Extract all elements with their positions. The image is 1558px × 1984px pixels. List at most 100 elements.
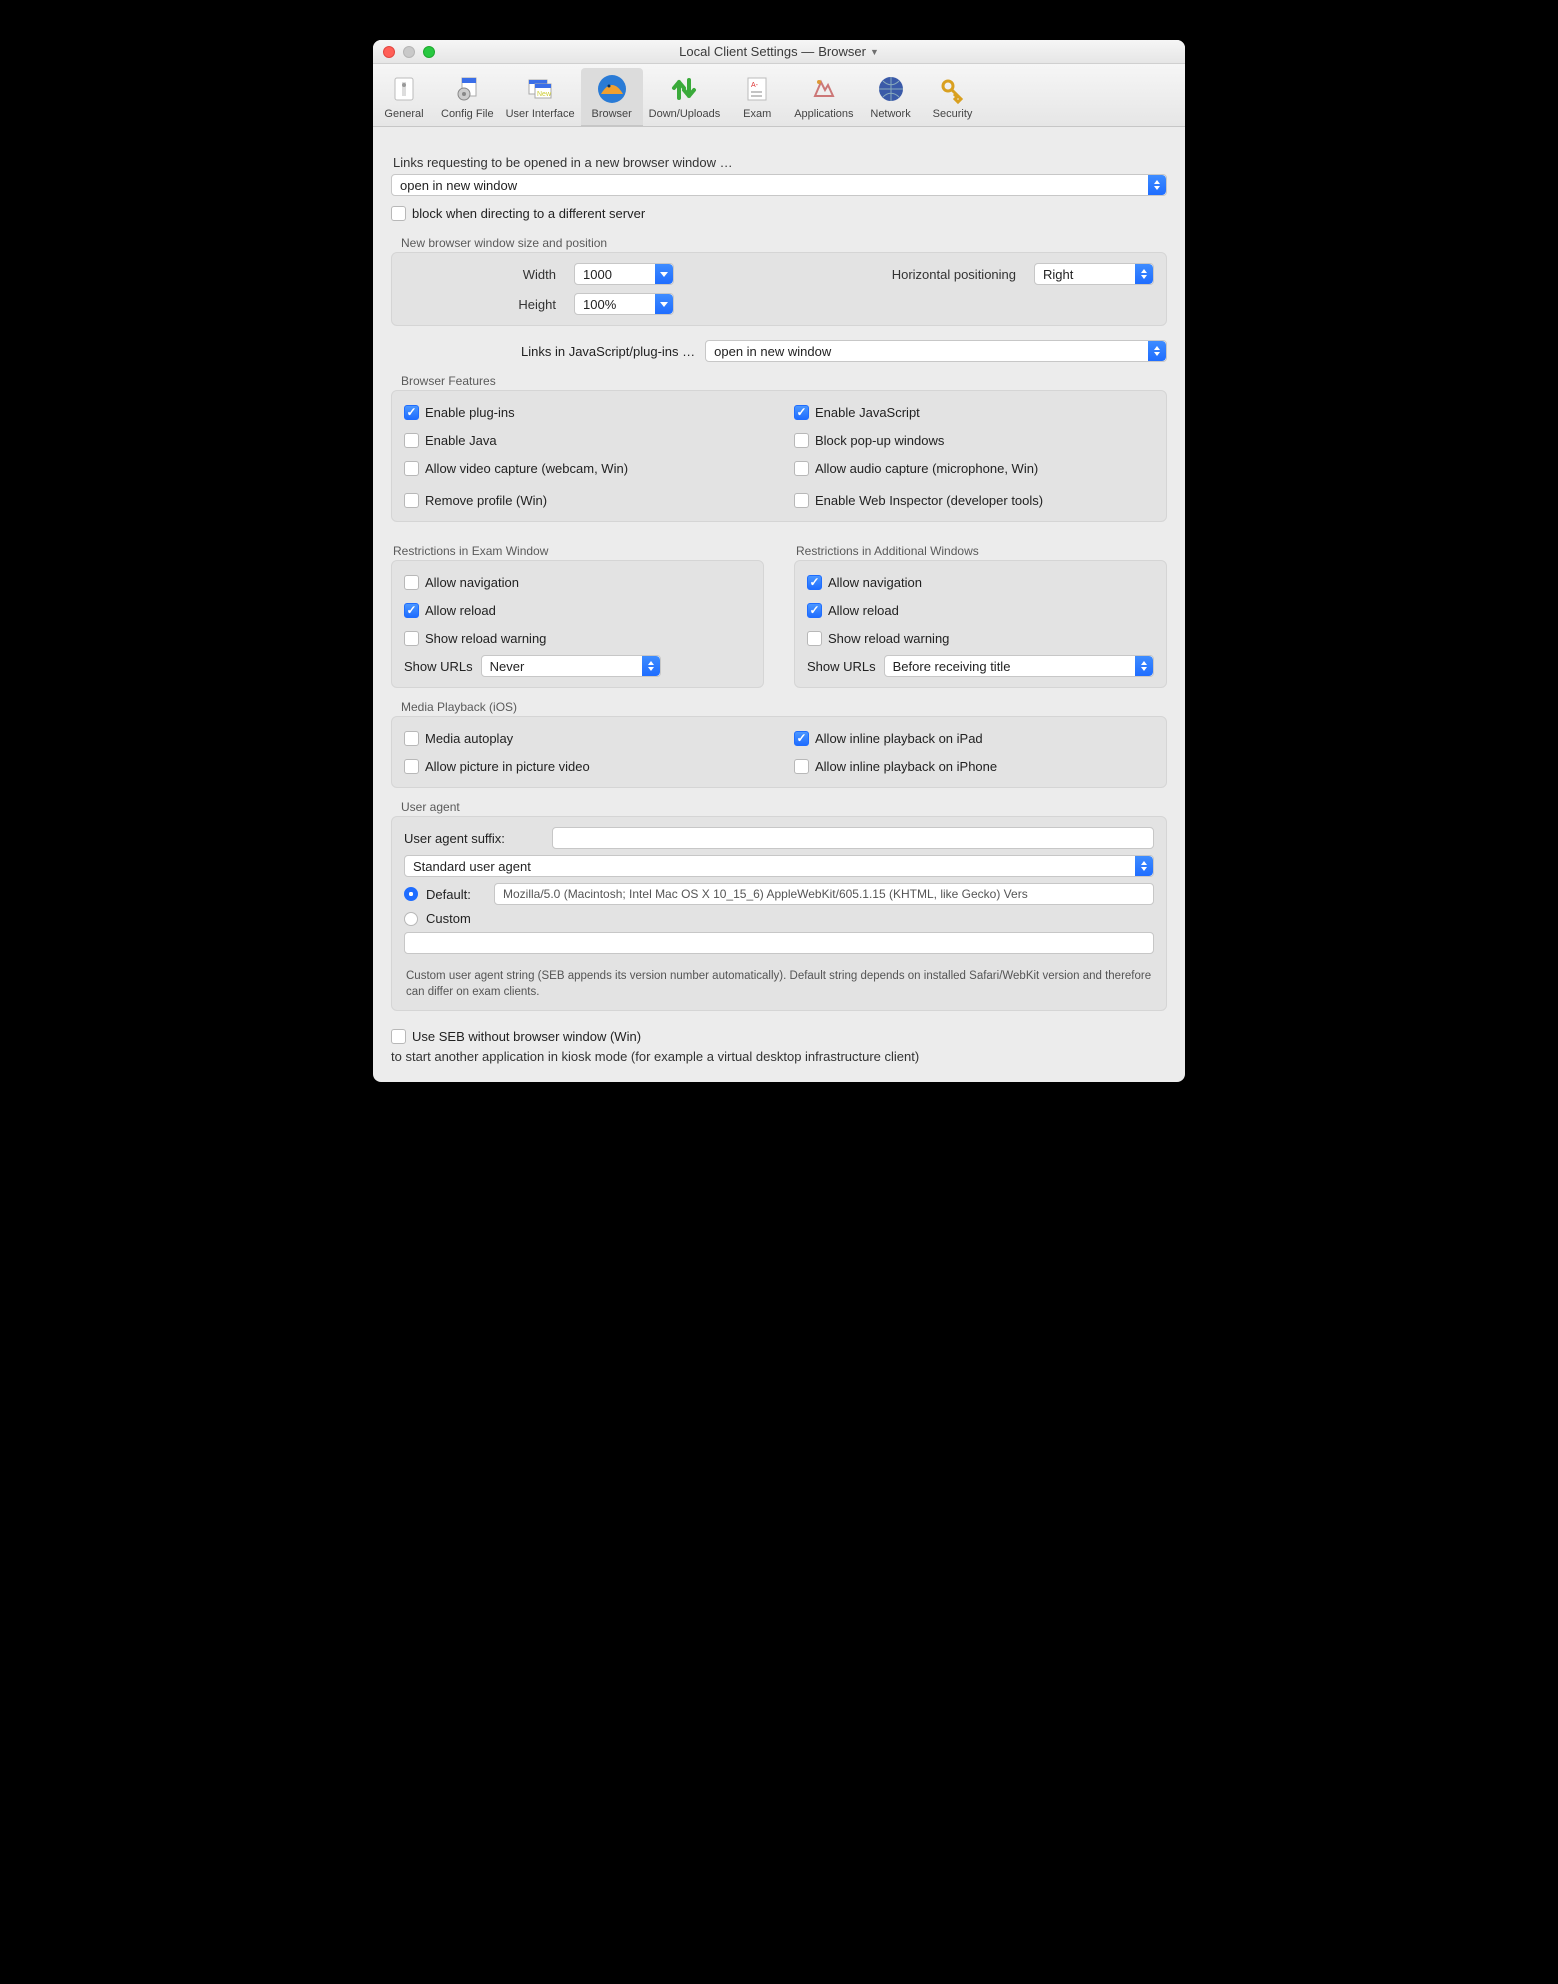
add-allow-reload-checkbox[interactable]: Allow reload xyxy=(807,599,1154,621)
checkbox-icon xyxy=(404,731,419,746)
links-heading: Links requesting to be opened in a new b… xyxy=(393,155,1167,170)
tab-label: Exam xyxy=(743,108,771,120)
close-window-button[interactable] xyxy=(383,46,395,58)
js-links-value: open in new window xyxy=(714,344,831,359)
allow-audio-capture-checkbox[interactable]: Allow audio capture (microphone, Win) xyxy=(794,457,1154,479)
content: Links requesting to be opened in a new b… xyxy=(373,127,1185,1082)
ua-custom-radio[interactable] xyxy=(404,912,418,926)
tab-down-uploads[interactable]: Down/Uploads xyxy=(643,68,727,126)
checkbox-label: Media autoplay xyxy=(425,731,513,746)
ua-note: Custom user agent string (SEB appends it… xyxy=(404,960,1154,1000)
stepper-icon xyxy=(642,656,660,676)
checkbox-icon xyxy=(794,433,809,448)
media-autoplay-checkbox[interactable]: Media autoplay xyxy=(404,727,764,749)
width-combo[interactable]: 1000 xyxy=(574,263,674,285)
checkbox-icon xyxy=(807,603,822,618)
block-different-server-checkbox[interactable]: block when directing to a different serv… xyxy=(391,202,1167,224)
remove-profile-checkbox[interactable]: Remove profile (Win) xyxy=(404,489,764,511)
tab-security[interactable]: Security xyxy=(922,68,984,126)
stepper-icon xyxy=(1135,656,1153,676)
add-show-reload-warning-checkbox[interactable]: Show reload warning xyxy=(807,627,1154,649)
checkbox-label: Enable plug-ins xyxy=(425,405,515,420)
tab-exam[interactable]: A- Exam xyxy=(726,68,788,126)
checkbox-label: Enable Java xyxy=(425,433,497,448)
stepper-icon xyxy=(1148,341,1166,361)
ua-preset-select[interactable]: Standard user agent xyxy=(404,855,1154,877)
add-allow-navigation-checkbox[interactable]: Allow navigation xyxy=(807,571,1154,593)
window-title[interactable]: Local Client Settings — Browser ▼ xyxy=(381,44,1177,59)
add-show-urls-value: Before receiving title xyxy=(893,659,1011,674)
checkbox-icon xyxy=(404,575,419,590)
checkbox-icon xyxy=(404,631,419,646)
checkbox-icon xyxy=(391,206,406,221)
height-combo[interactable]: 100% xyxy=(574,293,674,315)
enable-web-inspector-checkbox[interactable]: Enable Web Inspector (developer tools) xyxy=(794,489,1154,511)
ua-suffix-label: User agent suffix: xyxy=(404,831,544,846)
hpos-select[interactable]: Right xyxy=(1034,263,1154,285)
use-seb-without-browser-checkbox[interactable]: Use SEB without browser window (Win) xyxy=(391,1025,1167,1047)
inline-iphone-checkbox[interactable]: Allow inline playback on iPhone xyxy=(794,755,1154,777)
tab-label: General xyxy=(384,108,423,120)
key-icon xyxy=(936,72,970,106)
arrows-icon xyxy=(667,72,701,106)
checkbox-label: Allow reload xyxy=(828,603,899,618)
checkbox-label: block when directing to a different serv… xyxy=(412,206,645,221)
width-value: 1000 xyxy=(583,267,612,282)
tab-network[interactable]: Network xyxy=(860,68,922,126)
ua-custom-input[interactable] xyxy=(404,932,1154,954)
features-section-label: Browser Features xyxy=(401,374,1167,388)
allow-pip-checkbox[interactable]: Allow picture in picture video xyxy=(404,755,764,777)
tab-browser[interactable]: Browser xyxy=(581,68,643,126)
toolbar: General Config File New User Interface B… xyxy=(373,64,1185,127)
width-label: Width xyxy=(404,267,564,282)
media-section-label: Media Playback (iOS) xyxy=(401,700,1167,714)
media-panel: Media autoplay Allow picture in picture … xyxy=(391,716,1167,788)
zoom-window-button[interactable] xyxy=(423,46,435,58)
open-policy-select[interactable]: open in new window xyxy=(391,174,1167,196)
checkbox-label: Allow navigation xyxy=(425,575,519,590)
checkbox-label: Block pop-up windows xyxy=(815,433,944,448)
ua-default-value: Mozilla/5.0 (Macintosh; Intel Mac OS X 1… xyxy=(503,887,1028,901)
exam-allow-reload-checkbox[interactable]: Allow reload xyxy=(404,599,751,621)
tab-user-interface[interactable]: New User Interface xyxy=(500,68,581,126)
inline-ipad-checkbox[interactable]: Allow inline playback on iPad xyxy=(794,727,1154,749)
tab-label: Config File xyxy=(441,108,494,120)
checkbox-label: Show reload warning xyxy=(828,631,949,646)
tab-general[interactable]: General xyxy=(373,68,435,126)
checkbox-icon xyxy=(404,603,419,618)
network-icon xyxy=(874,72,908,106)
add-show-urls-label: Show URLs xyxy=(807,659,876,674)
checkbox-label: Allow navigation xyxy=(828,575,922,590)
tab-label: Applications xyxy=(794,108,853,120)
minimize-window-button[interactable] xyxy=(403,46,415,58)
tab-config-file[interactable]: Config File xyxy=(435,68,500,126)
ua-default-radio[interactable] xyxy=(404,887,418,901)
block-popups-checkbox[interactable]: Block pop-up windows xyxy=(794,429,1154,451)
restrictions-add-panel: Allow navigation Allow reload Show reloa… xyxy=(794,560,1167,688)
checkbox-label: Allow picture in picture video xyxy=(425,759,590,774)
add-show-urls-select[interactable]: Before receiving title xyxy=(884,655,1154,677)
kiosk-note: to start another application in kiosk mo… xyxy=(391,1049,1167,1064)
traffic-lights xyxy=(383,46,435,58)
features-panel: Enable plug-ins Enable Java Allow video … xyxy=(391,390,1167,522)
enable-javascript-checkbox[interactable]: Enable JavaScript xyxy=(794,401,1154,423)
exam-show-urls-value: Never xyxy=(490,659,525,674)
checkbox-label: Enable JavaScript xyxy=(815,405,920,420)
tab-applications[interactable]: Applications xyxy=(788,68,859,126)
hpos-value: Right xyxy=(1043,267,1073,282)
enable-java-checkbox[interactable]: Enable Java xyxy=(404,429,764,451)
titlebar: Local Client Settings — Browser ▼ xyxy=(373,40,1185,64)
checkbox-icon xyxy=(794,759,809,774)
js-links-select[interactable]: open in new window xyxy=(705,340,1167,362)
enable-plugins-checkbox[interactable]: Enable plug-ins xyxy=(404,401,764,423)
exam-show-urls-select[interactable]: Never xyxy=(481,655,661,677)
stepper-icon xyxy=(1135,856,1153,876)
allow-video-capture-checkbox[interactable]: Allow video capture (webcam, Win) xyxy=(404,457,764,479)
exam-allow-navigation-checkbox[interactable]: Allow navigation xyxy=(404,571,751,593)
ua-default-input[interactable]: Mozilla/5.0 (Macintosh; Intel Mac OS X 1… xyxy=(494,883,1154,905)
checkbox-label: Allow reload xyxy=(425,603,496,618)
checkbox-icon xyxy=(404,405,419,420)
exam-show-reload-warning-checkbox[interactable]: Show reload warning xyxy=(404,627,751,649)
checkbox-icon xyxy=(404,461,419,476)
ua-suffix-input[interactable] xyxy=(552,827,1154,849)
